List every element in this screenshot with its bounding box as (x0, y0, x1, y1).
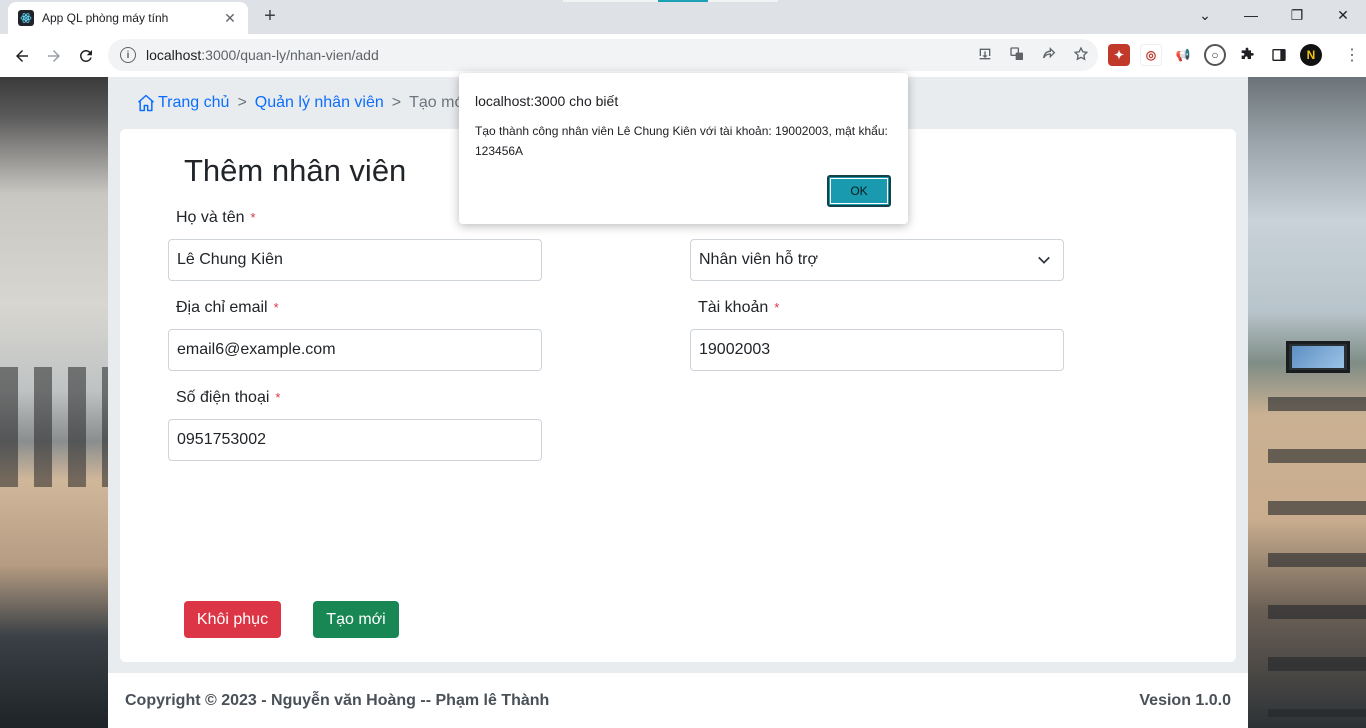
extension-red-icon[interactable]: ✦ (1108, 44, 1130, 66)
browser-tab[interactable]: App QL phòng máy tính ✕ (8, 2, 248, 34)
required-mark: * (273, 300, 279, 315)
arrow-right-icon (48, 50, 60, 62)
extension-circle-icon[interactable]: ○ (1204, 44, 1226, 66)
minimize-button[interactable]: — (1228, 0, 1274, 30)
ok-button[interactable]: OK (827, 175, 891, 207)
email-field[interactable]: email6@example.com (168, 329, 542, 371)
react-favicon-icon (18, 10, 34, 26)
required-mark: * (250, 210, 256, 225)
page-title: Thêm nhân viên (184, 153, 407, 188)
address-bar[interactable]: i localhost:3000/quan-ly/nhan-vien/add (108, 39, 1098, 71)
tab-close-icon[interactable]: ✕ (222, 10, 238, 27)
reload-icon (80, 50, 92, 62)
close-window-button[interactable]: ✕ (1320, 0, 1366, 30)
phone-field[interactable]: 0951753002 (168, 419, 542, 461)
dialog-message: Tạo thành công nhân viên Lê Chung Kiên v… (475, 124, 888, 158)
new-tab-button[interactable]: + (258, 4, 282, 28)
account-field[interactable]: 19002003 (690, 329, 1064, 371)
install-app-icon[interactable] (976, 45, 994, 63)
url-path: :3000/quan-ly/nhan-vien/add (201, 47, 379, 63)
tab-search-icon[interactable]: ⌄ (1182, 0, 1228, 30)
background-monitor (1286, 341, 1350, 373)
browser-menu-icon[interactable]: ⋮ (1342, 44, 1362, 68)
browser-tabbar: App QL phòng máy tính ✕ + ⌄ — ❐ ✕ (0, 0, 1366, 34)
breadcrumb-manage-link[interactable]: Quản lý nhân viên (255, 94, 384, 112)
bookmark-star-icon[interactable] (1072, 45, 1090, 63)
breadcrumb-home-link[interactable]: Trang chủ (158, 94, 229, 112)
extension-cn-icon[interactable]: ◎ (1140, 44, 1162, 66)
restore-button[interactable]: ❐ (1274, 0, 1320, 30)
site-info-icon[interactable]: i (120, 47, 136, 63)
translate-icon[interactable] (1008, 45, 1026, 63)
arrow-left-icon (16, 50, 28, 62)
tab-title: App QL phòng máy tính (42, 11, 169, 25)
url-host: localhost (146, 47, 202, 63)
dialog-title: localhost:3000 cho biết (475, 93, 619, 109)
name-label: Họ và tên * (176, 209, 256, 226)
phone-label: Số điện thoại * (176, 389, 281, 406)
name-field[interactable]: Lê Chung Kiên (168, 239, 542, 281)
role-select[interactable]: Nhân viên hỗ trợ (690, 239, 1064, 281)
copyright-text: Copyright © 2023 - Nguyễn văn Hoàng -- P… (125, 691, 550, 709)
background-photo-right (1248, 77, 1366, 728)
create-button[interactable]: Tạo mới (313, 601, 399, 638)
side-panel-icon[interactable] (1268, 44, 1290, 66)
chevron-right-icon: > (391, 94, 402, 111)
role-select-value: Nhân viên hỗ trợ (699, 251, 818, 268)
share-icon[interactable] (1040, 45, 1058, 63)
account-label: Tài khoản * (698, 299, 780, 316)
required-mark: * (774, 300, 780, 315)
required-mark: * (275, 390, 281, 405)
forward-button[interactable] (40, 42, 68, 70)
profile-avatar-icon[interactable]: N (1300, 44, 1322, 66)
home-icon[interactable] (136, 93, 156, 113)
version-text: Vesion 1.0.0 (1139, 691, 1231, 709)
reload-button[interactable] (72, 42, 100, 70)
alert-dialog: localhost:3000 cho biết Tạo thành công n… (459, 73, 908, 224)
chevron-down-icon (1038, 256, 1050, 264)
reset-button[interactable]: Khôi phục (184, 601, 281, 638)
email-label: Địa chỉ email * (176, 299, 279, 316)
back-button[interactable] (8, 42, 36, 70)
megaphone-icon[interactable]: 📢 (1172, 44, 1194, 66)
tab-accent (658, 0, 708, 2)
background-photo-left (0, 77, 108, 728)
browser-toolbar: i localhost:3000/quan-ly/nhan-vien/add ✦… (0, 34, 1366, 77)
chevron-right-icon: > (237, 94, 247, 111)
puzzle-icon[interactable] (1236, 44, 1258, 66)
breadcrumb: Trang chủ > Quản lý nhân viên > Tạo mới (136, 93, 469, 113)
footer: Copyright © 2023 - Nguyễn văn Hoàng -- P… (108, 673, 1248, 728)
